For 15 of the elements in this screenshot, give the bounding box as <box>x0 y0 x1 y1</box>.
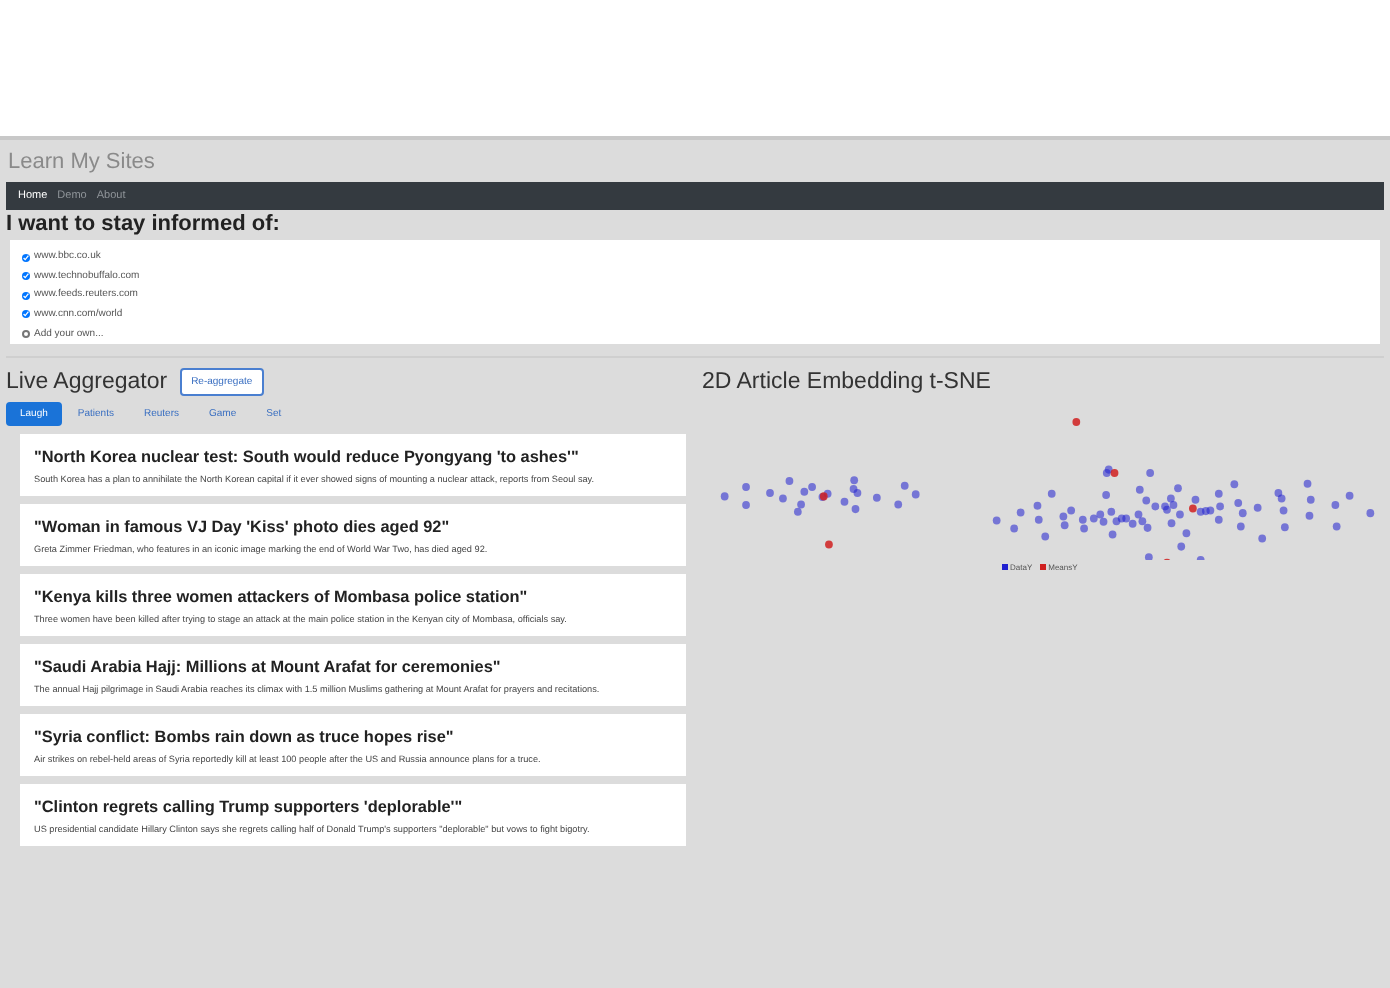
aggregator-title: Live Aggregator <box>6 368 168 398</box>
article-title[interactable]: "Kenya kills three women attackers of Mombasa police station" <box>34 586 676 608</box>
article-title[interactable]: "Syria conflict: Bombs rain down as truce hopes rise" <box>34 726 676 748</box>
checkbox[interactable] <box>22 291 30 300</box>
article-title[interactable]: "Woman in famous VJ Day 'Kiss' photo dies aged 92" <box>34 516 676 538</box>
chart-title: 2D Article Embedding t-SNE <box>702 368 993 398</box>
checkbox[interactable] <box>22 272 30 281</box>
article-title[interactable]: "Saudi Arabia Hajj: Millions at Mount Arafat for ceremonies" <box>34 656 676 678</box>
section-heading: I want to stay informed of: <box>6 212 282 238</box>
article-title[interactable]: "Clinton regrets calling Trump supporters 'deplorable'" <box>34 796 676 818</box>
app-title: Learn My Sites <box>8 148 157 176</box>
article-title[interactable]: "North Korea nuclear test: South would reduce Pyongyang 'to ashes'" <box>34 446 676 468</box>
checkbox[interactable] <box>22 329 30 337</box>
checkbox[interactable] <box>22 310 30 319</box>
checkbox[interactable] <box>22 253 30 262</box>
